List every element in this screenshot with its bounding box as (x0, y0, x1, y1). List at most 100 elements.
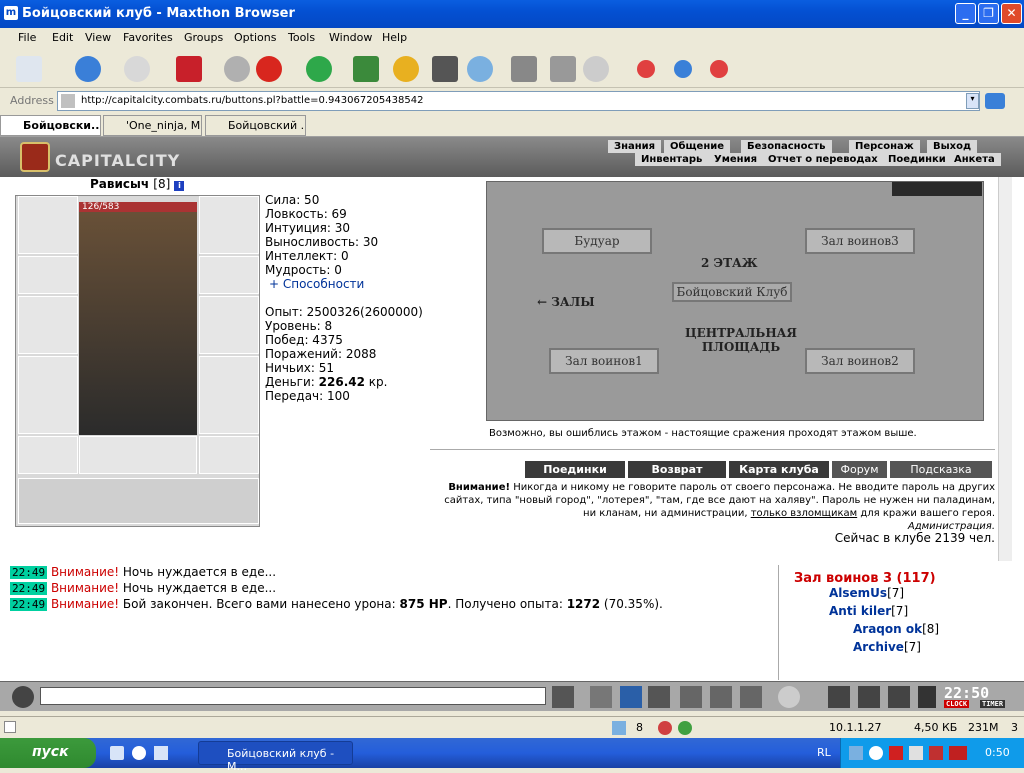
forward-icon[interactable] (124, 56, 150, 82)
character-avatar[interactable] (79, 202, 197, 435)
filter-icon[interactable] (620, 686, 642, 708)
user-row[interactable]: Araqon ok[8] (779, 622, 998, 640)
weapon-slot[interactable] (18, 296, 78, 354)
maxthon-quicklaunch-icon[interactable] (132, 746, 146, 760)
search-icon[interactable] (467, 56, 493, 82)
close-tab-icon[interactable] (637, 60, 655, 78)
language-indicator[interactable]: RL (817, 746, 831, 759)
rings-slot[interactable] (79, 436, 197, 474)
user-name[interactable]: AlsemUs (829, 586, 887, 600)
menu-options[interactable]: Options (234, 31, 276, 44)
address-dropdown-icon[interactable]: ▾ (966, 93, 979, 109)
tab-combats-2[interactable]: Бойцовский ... (205, 115, 306, 136)
club-map-button[interactable]: Карта клуба (729, 461, 829, 478)
quicklaunch-icon[interactable] (154, 746, 168, 760)
stop-icon[interactable] (256, 56, 282, 82)
lightbulb-icon[interactable] (393, 56, 419, 82)
amulet-slot[interactable] (199, 196, 259, 254)
restore-icon[interactable] (674, 60, 692, 78)
warning-link[interactable]: только взломщикам (751, 508, 857, 519)
nav-duels[interactable]: Поединки (882, 153, 952, 166)
refresh-icon[interactable] (306, 56, 332, 82)
user-name[interactable]: Araqon ok (853, 622, 922, 636)
chat-options-icon[interactable] (12, 686, 34, 708)
menu-window[interactable]: Window (329, 31, 372, 44)
room-fight-club[interactable]: Бойцовский Клуб (672, 282, 792, 302)
user-row[interactable]: Anti kiler[7] (779, 604, 998, 622)
abilities-link[interactable]: + Способности (265, 277, 423, 291)
clear-icon[interactable] (590, 686, 612, 708)
page-scrollbar[interactable] (998, 177, 1012, 561)
tray-icon[interactable] (909, 746, 923, 760)
user-name[interactable]: Anti kiler (829, 604, 891, 618)
tray-icon[interactable] (849, 746, 863, 760)
sound-icon[interactable] (740, 686, 762, 708)
chat-time[interactable]: 22:49 (10, 566, 48, 579)
menu-edit[interactable]: Edit (52, 31, 73, 44)
taskbar-window-button[interactable]: Бойцовский клуб - М... (198, 741, 353, 773)
tray-icon[interactable] (929, 746, 943, 760)
chat-time[interactable]: 22:49 (10, 582, 48, 595)
clock-label[interactable]: CLOCK (944, 700, 970, 708)
back-icon[interactable] (75, 56, 101, 82)
privacy-icon[interactable] (550, 56, 576, 82)
info-icon[interactable]: i (174, 181, 185, 191)
menu-file[interactable]: File (18, 31, 36, 44)
nav-inventory[interactable]: Инвентарь (635, 153, 709, 166)
nav-character[interactable]: Персонаж (849, 140, 920, 153)
send-icon[interactable] (552, 686, 574, 708)
smiley-icon[interactable] (778, 686, 800, 708)
maximize-button[interactable]: ❐ (978, 3, 999, 24)
nav-security[interactable]: Безопасность (741, 140, 832, 153)
trade-icon[interactable] (858, 686, 880, 708)
tray-icon[interactable] (889, 746, 903, 760)
home-icon[interactable] (353, 56, 379, 82)
forum-button[interactable]: Форум (832, 461, 887, 478)
quicklaunch-icon[interactable] (110, 746, 124, 760)
user-row[interactable]: AlsemUs[7] (779, 586, 998, 604)
tray-icon[interactable] (869, 746, 883, 760)
minimize-button[interactable]: _ (955, 3, 976, 24)
user-row[interactable]: Archive[7] (779, 640, 998, 658)
popup-blocker-icon[interactable] (612, 721, 626, 735)
armor-slot[interactable] (18, 356, 78, 434)
scrolls-slots[interactable] (18, 478, 259, 524)
exit-icon[interactable] (918, 686, 936, 708)
hint-button[interactable]: Подсказка (890, 461, 992, 478)
return-button[interactable]: Возврат (628, 461, 726, 478)
tab-combats-1[interactable]: Бойцовски... (0, 115, 101, 136)
stop-all-icon[interactable] (176, 56, 202, 82)
tools-icon[interactable] (224, 56, 250, 82)
helmet-slot[interactable] (18, 196, 78, 254)
bracers-slot[interactable] (18, 256, 78, 294)
nav-transfers[interactable]: Отчет о переводах (762, 153, 884, 166)
character-name[interactable]: Рависыч [8] i (90, 177, 185, 191)
status-icon[interactable] (678, 721, 692, 735)
open-icon[interactable] (16, 56, 42, 82)
screenshot-icon[interactable] (432, 56, 458, 82)
room-warriors-3[interactable]: Зал воинов3 (805, 228, 915, 254)
shield-slot[interactable] (199, 296, 259, 354)
save-icon[interactable] (648, 686, 670, 708)
nav-profile[interactable]: Анкета (948, 153, 1001, 166)
duels-button[interactable]: Поединки (525, 461, 625, 478)
lock-icon[interactable] (888, 686, 910, 708)
room-warriors-2[interactable]: Зал воинов2 (805, 348, 915, 374)
belt-slot[interactable] (18, 436, 78, 474)
leggings-slot[interactable] (199, 356, 259, 434)
menu-groups[interactable]: Groups (184, 31, 223, 44)
menu-help[interactable]: Help (382, 31, 407, 44)
close-button[interactable]: ✕ (1001, 3, 1022, 24)
close-all-icon[interactable] (710, 60, 728, 78)
chat-time[interactable]: 22:49 (10, 598, 48, 611)
user-name[interactable]: Archive (853, 640, 904, 654)
address-url[interactable]: http://capitalcity.combats.ru/buttons.pl… (81, 95, 423, 106)
nav-skills[interactable]: Умения (708, 153, 764, 166)
room-warriors-1[interactable]: Зал воинов1 (549, 348, 659, 374)
settings-icon[interactable] (511, 56, 537, 82)
timer-label[interactable]: TIMER (980, 700, 1006, 708)
halls-link[interactable]: ← ЗАЛЫ (537, 295, 595, 309)
go-icon[interactable] (985, 93, 1005, 109)
timer-icon[interactable] (583, 56, 609, 82)
status-icon[interactable] (658, 721, 672, 735)
